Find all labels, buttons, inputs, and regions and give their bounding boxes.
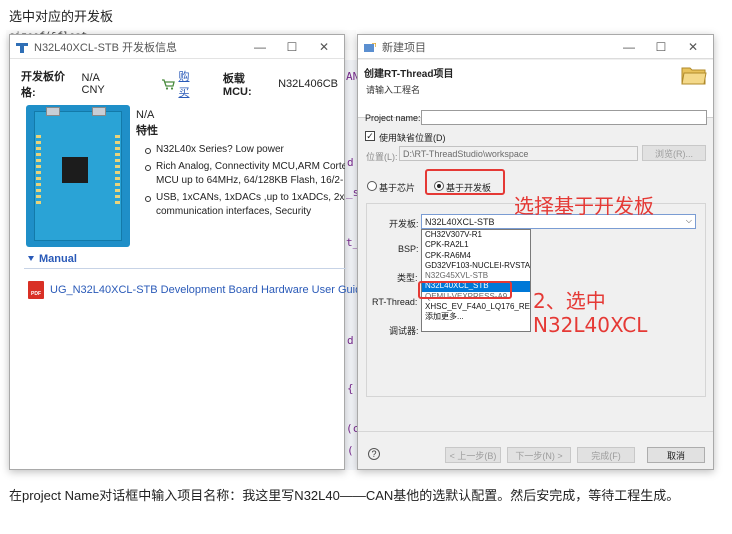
close-icon[interactable]: ✕ (677, 35, 709, 59)
project-name-label: Project name: (365, 113, 421, 123)
dropdown-option[interactable]: N32G45XVL-STB (422, 271, 530, 281)
minimize-icon[interactable]: — (244, 35, 276, 59)
annotation-box-selected-board (418, 281, 512, 299)
board-image (26, 105, 130, 247)
bsp-label: BSP: (398, 244, 419, 254)
chevron-down-icon[interactable]: ⌵ (686, 216, 692, 226)
feature-item: N32L40x Series? Low power (142, 143, 345, 157)
project-name-input[interactable] (421, 110, 707, 125)
radio-based-on-chip[interactable] (367, 181, 377, 191)
cart-icon[interactable] (162, 78, 176, 90)
feature-item: USB, 1xCANs, 1xDACs ,up to 1xADCs, 2xOI c… (142, 191, 345, 219)
annotation-step2-line2: N32L40XCL (533, 313, 648, 337)
annotation-step2-line1: 2、选中 (533, 289, 606, 313)
back-button[interactable]: < 上一步(B) (445, 447, 501, 463)
board-na-text: N/A (136, 109, 155, 121)
feature-list: N32L40x Series? Low power Rich Analog, C… (142, 143, 345, 222)
annotation-choose-board: 选择基于开发板 (514, 194, 654, 218)
maximize-icon[interactable]: ☐ (276, 35, 308, 59)
wizard-header-subtitle: 请输入工程名 (366, 85, 421, 95)
board-label: 开发板: (389, 219, 419, 229)
use-default-location-checkbox[interactable]: ✓ (365, 131, 375, 141)
radio-chip-label[interactable]: 基于芯片 (379, 181, 415, 194)
buy-link[interactable]: 购买 (178, 68, 198, 100)
editor-glyph: ( (347, 444, 354, 457)
wizard-header-title: 创建RT-Thread项目 (364, 69, 454, 80)
dropdown-option-add-more[interactable]: 添加更多... (422, 312, 530, 322)
new-project-titlebar[interactable]: 新建项目 — ☐ ✕ (358, 35, 713, 59)
manual-section-header[interactable]: Manual (24, 249, 346, 269)
rt-thread-logo-icon (16, 42, 28, 53)
maximize-icon[interactable]: ☐ (645, 35, 677, 59)
browse-button[interactable]: 浏览(R)... (642, 145, 706, 161)
editor-glyph: d (347, 334, 354, 347)
help-icon[interactable]: ? (368, 448, 380, 460)
rtthread-label: RT-Thread: (372, 297, 418, 307)
use-default-location-label: 使用缺省位置(D) (379, 133, 446, 143)
editor-glyph: { (347, 382, 354, 395)
dropdown-option[interactable]: CH32V307V-R1 (422, 230, 530, 240)
annotation-box-board-radio (425, 169, 505, 195)
price-value: N/A CNY (81, 72, 105, 96)
board-info-title: N32L40XCL-STB 开发板信息 (34, 41, 178, 54)
features-title: 特性 (136, 125, 158, 137)
dropdown-option[interactable]: CPK-RA6M4 (422, 251, 530, 261)
dropdown-option[interactable]: CPK-RA2L1 (422, 240, 530, 250)
manual-section-title: Manual (39, 252, 77, 265)
location-input[interactable]: D:\RT-ThreadStudio\workspace (399, 146, 638, 161)
board-info-titlebar[interactable]: N32L40XCL-STB 开发板信息 — ☐ ✕ (10, 35, 344, 59)
type-label: 类型: (397, 273, 418, 283)
price-row: 开发板价格: N/A CNY 购买 板载MCU: N32L406CB (21, 71, 339, 99)
bottom-instruction-text: 在project Name对话框中输入项目名称：我这里写N32L40——CAN基… (9, 488, 680, 503)
mcu-label: 板载MCU: (222, 73, 252, 98)
manual-link[interactable]: PDF UG_N32L40XCL-STB Development Board H… (28, 281, 367, 299)
page-heading: 选中对应的开发板 (9, 9, 114, 24)
new-project-icon (364, 41, 377, 52)
collapse-arrow-icon (28, 256, 34, 261)
new-project-title: 新建项目 (382, 41, 426, 54)
location-label: 位置(L): (366, 152, 398, 162)
minimize-icon[interactable]: — (613, 35, 645, 59)
feature-item: Rich Analog, Connectivity MCU,ARM Corte:… (142, 160, 345, 188)
folder-icon (681, 65, 707, 85)
finish-button[interactable]: 完成(F) (577, 447, 635, 463)
editor-glyph: d (347, 156, 354, 169)
board-info-window: N32L40XCL-STB 开发板信息 — ☐ ✕ 开发板价格: N/A CNY… (9, 34, 367, 470)
pdf-icon: PDF (28, 281, 44, 299)
close-icon[interactable]: ✕ (308, 35, 340, 59)
manual-link-text[interactable]: UG_N32L40XCL-STB Development Board Hardw… (50, 284, 367, 296)
debugger-label: 调试器: (389, 326, 419, 336)
dropdown-option[interactable]: XHSC_EV_F4A0_LQ176_REV1.0 (422, 302, 530, 312)
mcu-value: N32L406CB (278, 78, 339, 90)
cancel-button[interactable]: 取消 (647, 447, 705, 463)
next-button[interactable]: 下一步(N) > (507, 447, 571, 463)
price-label: 开发板价格: (21, 71, 65, 99)
footer-separator (358, 431, 713, 432)
dropdown-option[interactable]: GD32VF103-NUCLEI-RVSTAR (422, 261, 530, 271)
board-select-value: N32L40XCL-STB (425, 216, 495, 227)
